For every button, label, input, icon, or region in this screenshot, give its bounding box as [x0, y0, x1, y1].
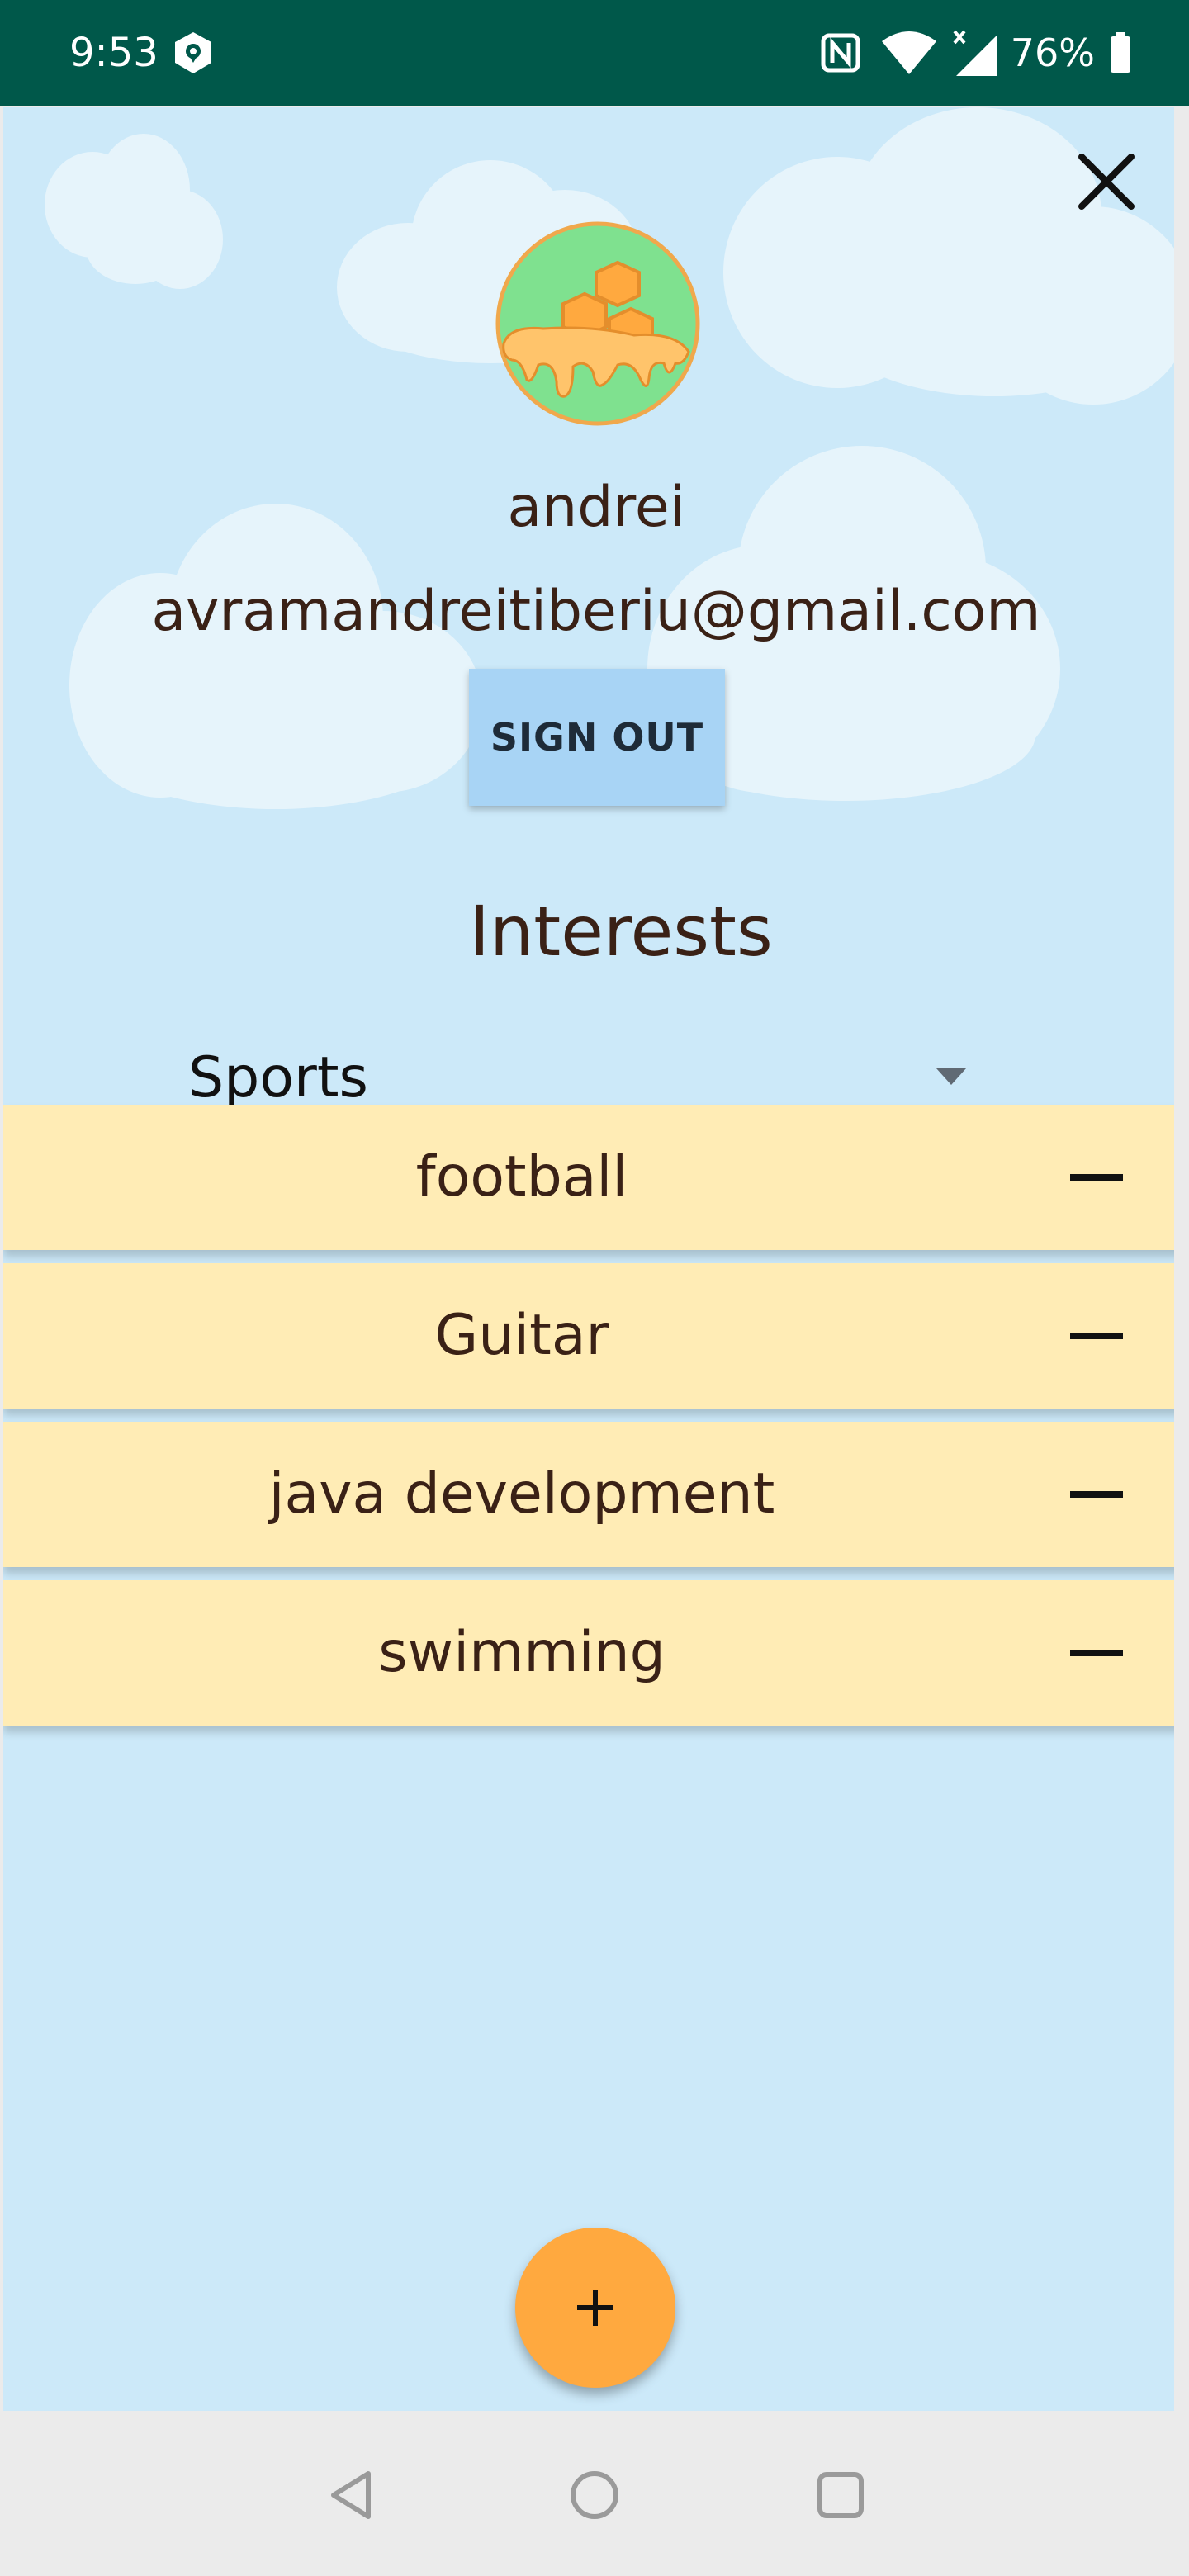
status-bar: 9:53 76% [0, 0, 1189, 106]
user-email: avramandreitiberiu@gmail.com [151, 579, 1041, 644]
sign-out-button[interactable]: SIGN OUT [469, 669, 725, 806]
chevron-down-icon [936, 1068, 966, 1085]
remove-interest-button[interactable] [1049, 1455, 1131, 1534]
nfc-icon [821, 33, 860, 73]
interest-item: football minus [3, 1105, 1174, 1250]
status-time: 9:53 [69, 30, 159, 76]
interest-item: java development [3, 1422, 1174, 1567]
interest-label: football [415, 1144, 628, 1210]
shield-notification-icon [175, 32, 211, 73]
wifi-icon [881, 31, 936, 74]
interest-item: swimming [3, 1580, 1174, 1726]
navigation-bar [0, 2413, 1189, 2576]
interest-label: Guitar [434, 1303, 609, 1368]
battery-icon [1111, 32, 1130, 73]
home-icon[interactable] [568, 2469, 621, 2522]
user-name: andrei [507, 475, 685, 540]
add-interest-button[interactable] [515, 2228, 675, 2388]
interest-label: java development [268, 1461, 775, 1527]
status-icons: 76% [821, 28, 1131, 78]
plus-icon [577, 2290, 613, 2326]
back-icon[interactable] [327, 2469, 377, 2522]
signal-icon [953, 30, 997, 76]
interest-label: swimming [378, 1620, 666, 1685]
category-selected-value: Sports [188, 1045, 368, 1110]
interests-title: Interests [469, 891, 773, 972]
avatar [495, 221, 700, 426]
remove-interest-button[interactable] [1049, 1296, 1131, 1376]
remove-interest-button[interactable] [1049, 1613, 1131, 1693]
close-button[interactable] [1065, 140, 1148, 223]
interest-item: Guitar [3, 1263, 1174, 1409]
profile-screen: andrei avramandreitiberiu@gmail.com SIGN… [3, 107, 1174, 2411]
remove-interest-button[interactable]: minus [1049, 1138, 1131, 1217]
battery-percentage: 76% [1010, 31, 1095, 75]
recents-icon[interactable] [816, 2470, 865, 2520]
